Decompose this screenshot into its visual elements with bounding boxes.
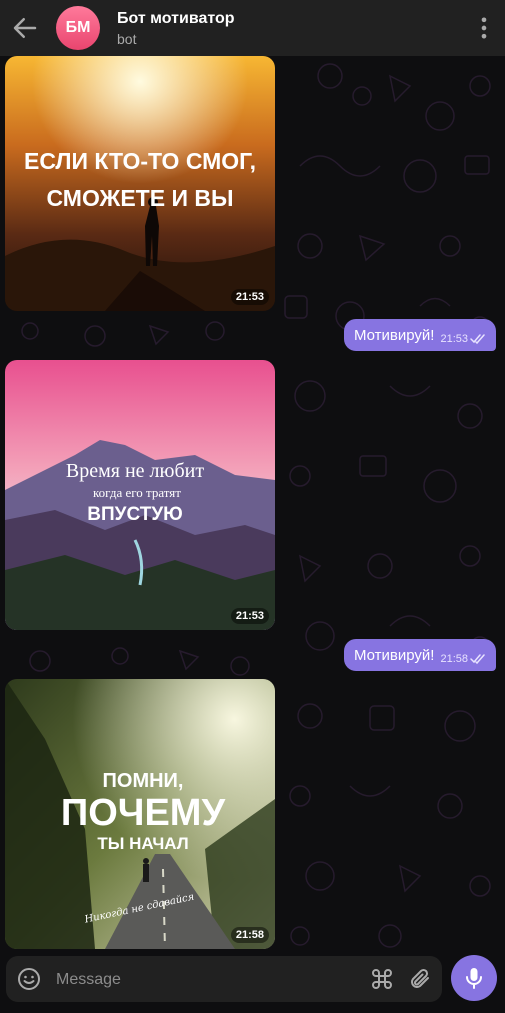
message-input[interactable] <box>54 964 358 996</box>
outgoing-message[interactable]: Мотивируй! 21:58 <box>343 639 496 671</box>
double-check-icon <box>470 654 485 664</box>
image-caption-line: ВПУСТУЮ <box>87 504 182 525</box>
message-time: 21:58 <box>230 927 269 943</box>
image-caption-line: Время не любит <box>66 460 204 482</box>
microphone-icon <box>466 968 482 989</box>
message-list[interactable]: ЕСЛИ КТО-ТО СМОГ, СМОЖЕТЕ И ВЫ 21:53 Мот… <box>0 56 505 950</box>
chat-title[interactable]: Бот мотиватор <box>117 10 235 28</box>
message-meta: 21:58 <box>440 653 486 665</box>
message-text: Мотивируй! <box>353 326 435 344</box>
message-composer <box>6 956 442 1002</box>
image-caption-line: ПОЧЕМУ <box>61 792 226 834</box>
back-arrow-icon[interactable] <box>10 13 40 43</box>
image-caption-line: ПОМНИ, <box>103 770 184 792</box>
motivational-image: ЕСЛИ КТО-ТО СМОГ, СМОЖЕТЕ И ВЫ <box>5 56 275 311</box>
message-time: 21:58 <box>440 653 468 665</box>
message-time: 21:53 <box>230 608 269 624</box>
message-time: 21:53 <box>440 333 468 345</box>
motivational-image: ПОМНИ, ПОЧЕМУ ТЫ НАЧАЛ Никогда не сдавай… <box>5 679 275 949</box>
emoji-icon[interactable] <box>17 967 41 991</box>
photo-message[interactable]: ПОМНИ, ПОЧЕМУ ТЫ НАЧАЛ Никогда не сдавай… <box>5 679 275 949</box>
message-text: Мотивируй! <box>353 646 435 664</box>
avatar[interactable]: БМ <box>56 6 100 50</box>
more-vertical-icon[interactable] <box>470 14 498 42</box>
image-caption-line: ЕСЛИ КТО-ТО СМОГ, <box>24 148 256 174</box>
chat-header: БМ Бот мотиватор bot <box>0 0 505 56</box>
paperclip-icon[interactable] <box>408 967 432 991</box>
double-check-icon <box>470 334 485 344</box>
photo-message[interactable]: ЕСЛИ КТО-ТО СМОГ, СМОЖЕТЕ И ВЫ 21:53 <box>5 56 275 311</box>
image-caption-line: ТЫ НАЧАЛ <box>97 834 188 853</box>
message-meta: 21:53 <box>440 333 486 345</box>
chat-subtitle: bot <box>117 31 137 47</box>
command-icon[interactable] <box>370 967 394 991</box>
message-time: 21:53 <box>230 289 269 305</box>
image-caption-line: когда его тратят <box>93 485 181 500</box>
outgoing-message[interactable]: Мотивируй! 21:53 <box>343 319 496 351</box>
image-caption-line: СМОЖЕТЕ И ВЫ <box>46 185 233 211</box>
microphone-button[interactable] <box>451 955 497 1001</box>
motivational-image: Время не любит когда его тратят ВПУСТУЮ <box>5 360 275 630</box>
photo-message[interactable]: Время не любит когда его тратят ВПУСТУЮ … <box>5 360 275 630</box>
